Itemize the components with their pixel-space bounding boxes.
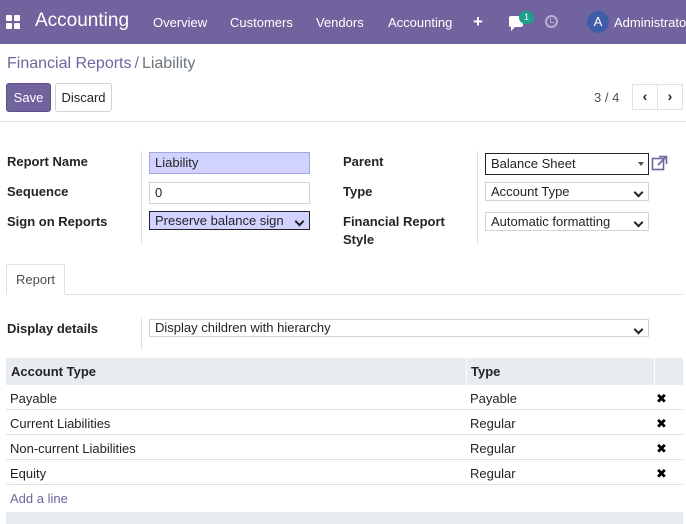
- table-row[interactable]: [6, 460, 683, 485]
- sign-select[interactable]: Preserve balance sign: [149, 211, 310, 230]
- report-name-label: Report Name: [7, 154, 88, 169]
- delete-icon[interactable]: ✖: [656, 391, 667, 407]
- breadcrumb-separator: /: [134, 55, 139, 72]
- user-menu[interactable]: Administrator: [614, 15, 686, 30]
- row-account-type: Current Liabilities: [10, 416, 111, 431]
- pager-value: 3 / 4: [594, 90, 620, 105]
- row-type: Regular: [470, 416, 516, 431]
- app-brand[interactable]: Accounting: [35, 10, 129, 32]
- breadcrumb-current: Liability: [141, 55, 196, 72]
- row-type: Regular: [470, 466, 516, 481]
- discard-button[interactable]: Discard: [55, 83, 112, 112]
- column-header-account-type[interactable]: Account Type: [11, 364, 96, 379]
- row-account-type: Payable: [10, 391, 57, 406]
- divider: [477, 151, 478, 245]
- divider: [141, 318, 142, 350]
- parent-label: Parent: [343, 154, 384, 169]
- display-details-select[interactable]: Display children with hierarchy: [149, 319, 649, 337]
- style-label-line1: Financial Report: [343, 214, 445, 229]
- type-select[interactable]: Account Type: [485, 182, 649, 201]
- display-details-label: Display details: [7, 321, 99, 336]
- external-link-icon[interactable]: [651, 155, 668, 171]
- column-separator: [654, 358, 655, 385]
- delete-icon[interactable]: ✖: [656, 466, 667, 482]
- row-account-type: Non-current Liabilities: [10, 441, 136, 456]
- apps-icon[interactable]: [6, 15, 20, 29]
- avatar[interactable]: A: [587, 11, 609, 33]
- column-header-type[interactable]: Type: [471, 364, 500, 379]
- clock-icon[interactable]: [545, 15, 558, 28]
- plus-icon[interactable]: +: [473, 12, 483, 32]
- type-label: Type: [343, 184, 373, 199]
- tab-report[interactable]: Report: [6, 264, 65, 295]
- delete-icon[interactable]: ✖: [656, 416, 667, 432]
- divider: [0, 121, 686, 122]
- sign-label: Sign on Reports: [7, 214, 108, 229]
- sequence-field[interactable]: 0: [149, 182, 310, 204]
- menu-vendors[interactable]: Vendors: [316, 15, 364, 30]
- report-name-field[interactable]: Liability: [149, 152, 310, 174]
- chevron-left-icon[interactable]: ‹: [632, 84, 658, 110]
- tab-bar-line: [6, 294, 683, 295]
- menu-overview[interactable]: Overview: [153, 15, 207, 30]
- style-label-line2: Style: [343, 232, 375, 247]
- breadcrumb-parent[interactable]: Financial Reports: [7, 55, 132, 72]
- breadcrumb: Financial Reports / Liability: [7, 55, 195, 73]
- style-select[interactable]: Automatic formatting: [485, 212, 649, 231]
- sequence-label: Sequence: [7, 184, 69, 199]
- row-type: Payable: [470, 391, 517, 406]
- table-row[interactable]: [6, 385, 683, 410]
- save-button[interactable]: Save: [6, 83, 51, 112]
- table-header: [6, 358, 683, 385]
- menu-accounting[interactable]: Accounting: [388, 15, 452, 30]
- row-account-type: Equity: [10, 466, 47, 481]
- divider: [141, 151, 142, 245]
- add-line-link[interactable]: Add a line: [10, 491, 68, 506]
- menu-customers[interactable]: Customers: [230, 15, 293, 30]
- parent-field[interactable]: Balance Sheet: [485, 153, 649, 175]
- table-footer: [6, 512, 683, 524]
- top-navbar: Accounting Overview Customers Vendors Ac…: [0, 0, 686, 44]
- column-separator: [466, 358, 467, 385]
- row-type: Regular: [470, 441, 516, 456]
- chat-count-badge: 1: [519, 11, 535, 24]
- delete-icon[interactable]: ✖: [656, 441, 667, 457]
- chevron-right-icon[interactable]: ›: [657, 84, 683, 110]
